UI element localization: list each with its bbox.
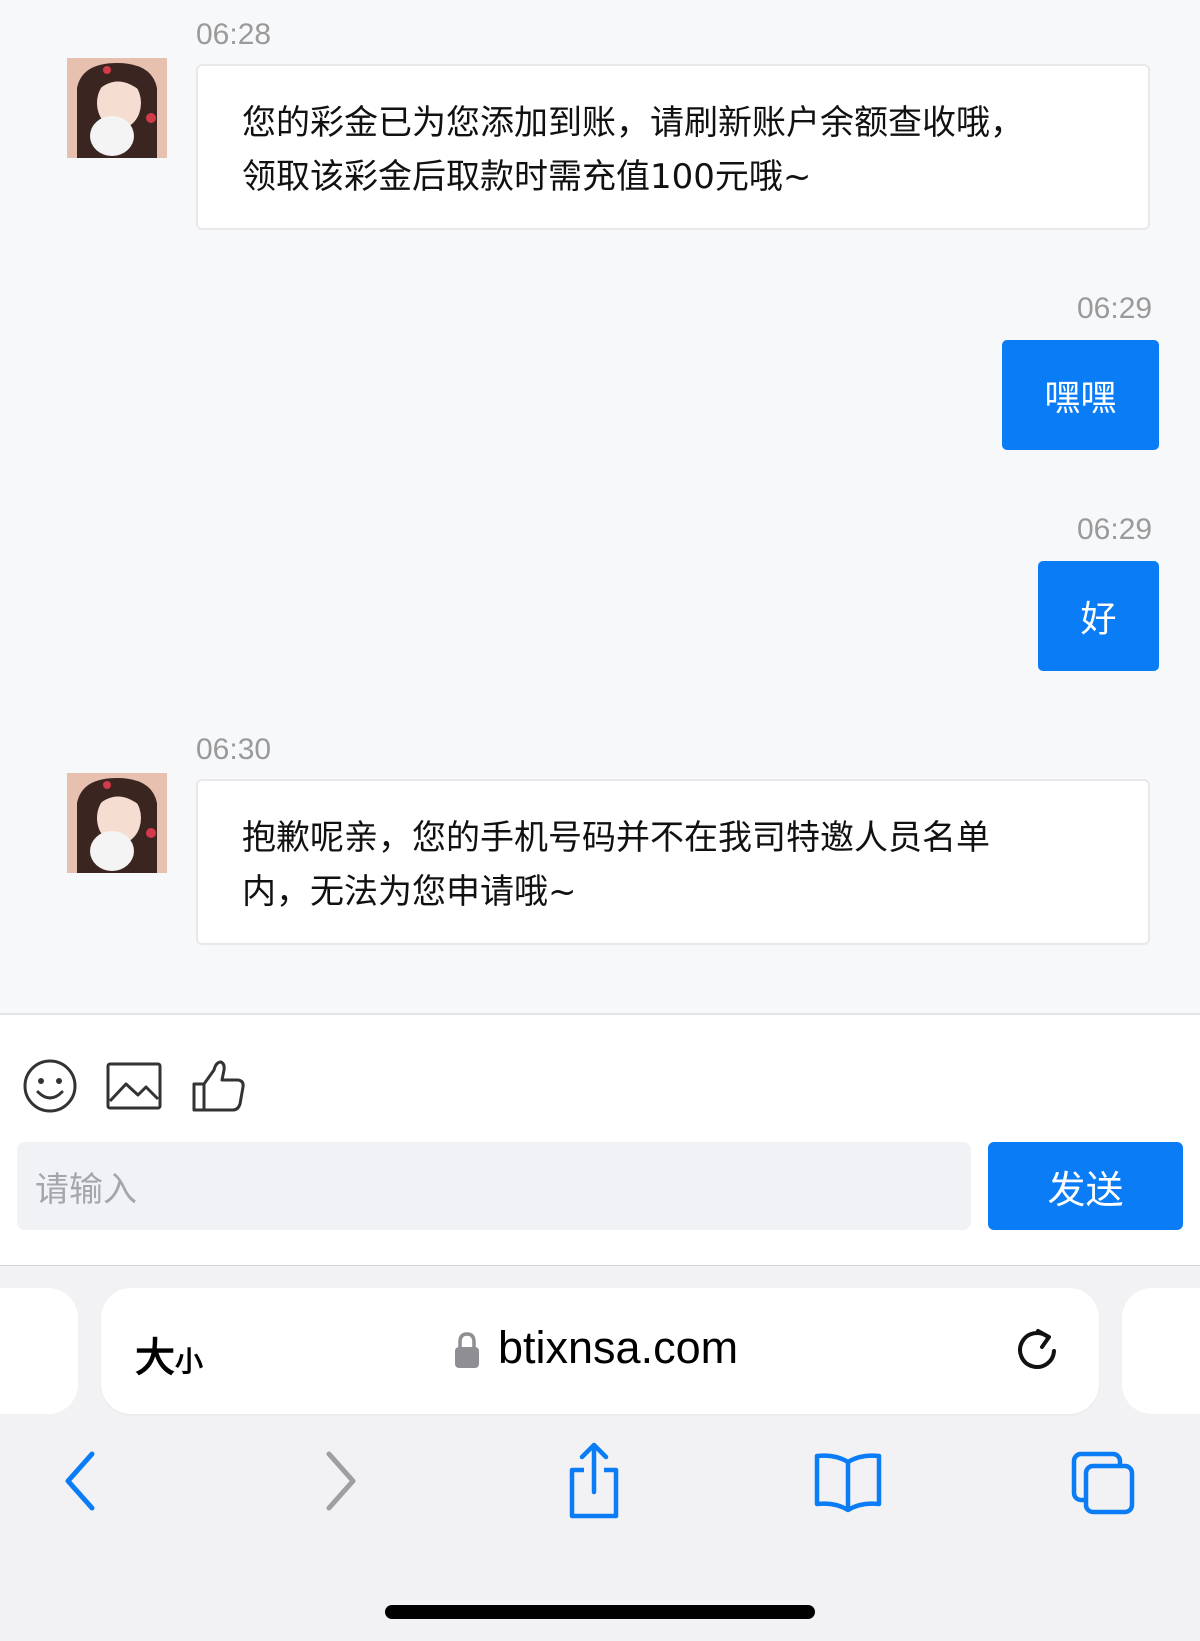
message-timestamp: 06:29	[1077, 292, 1153, 325]
outgoing-message-bubble: 好	[1038, 561, 1159, 671]
back-icon[interactable]	[44, 1440, 116, 1522]
message-timestamp: 06:29	[1077, 513, 1153, 546]
text-size-small: 小	[175, 1346, 204, 1377]
send-button-label: 发送	[1047, 1167, 1124, 1212]
message-timestamp: 06:28	[196, 18, 272, 51]
home-indicator[interactable]	[385, 1605, 815, 1619]
message-text-line: 内，无法为您申请哦~	[242, 872, 577, 912]
tabs-icon[interactable]	[1070, 1440, 1136, 1522]
agent-avatar[interactable]	[67, 58, 167, 158]
message-timestamp: 06:30	[196, 733, 272, 766]
message-text: 好	[1080, 599, 1117, 640]
input-placeholder: 请输入	[35, 1169, 137, 1210]
lock-icon	[455, 1332, 479, 1368]
url-text: btixnsa.com	[498, 1322, 739, 1373]
outgoing-message-bubble: 嘿嘿	[1002, 340, 1159, 450]
reload-icon[interactable]	[1012, 1323, 1062, 1375]
previous-tab-preview[interactable]	[0, 1288, 78, 1414]
image-icon[interactable]	[104, 1056, 164, 1116]
send-button[interactable]: 发送	[988, 1142, 1183, 1230]
text-size-large: 大	[135, 1336, 175, 1380]
chat-area[interactable]: 06:28 您的彩金已为您添加到账，请刷新账户余额查收哦， 领取该彩金后取款时需…	[0, 0, 1200, 1013]
share-icon[interactable]	[558, 1440, 630, 1522]
forward-icon[interactable]	[305, 1440, 377, 1522]
incoming-message-bubble: 您的彩金已为您添加到账，请刷新账户余额查收哦， 领取该彩金后取款时需充值100元…	[196, 64, 1150, 230]
incoming-message-bubble: 抱歉呢亲，您的手机号码并不在我司特邀人员名单 内，无法为您申请哦~	[196, 779, 1150, 945]
agent-avatar[interactable]	[67, 773, 167, 873]
message-text-line: 您的彩金已为您添加到账，请刷新账户余额查收哦，	[242, 103, 1024, 143]
emoji-icon[interactable]	[20, 1056, 80, 1116]
thumbs-up-icon[interactable]	[188, 1056, 248, 1116]
message-text: 嘿嘿	[1044, 378, 1117, 419]
bookmarks-icon[interactable]	[813, 1440, 883, 1522]
message-text-line: 领取该彩金后取款时需充值100元哦~	[242, 157, 812, 197]
message-input[interactable]: 请输入	[17, 1142, 971, 1230]
next-tab-preview[interactable]	[1122, 1288, 1200, 1414]
message-text-line: 抱歉呢亲，您的手机号码并不在我司特邀人员名单	[242, 818, 990, 858]
text-size-button[interactable]: 大小	[135, 1325, 203, 1383]
